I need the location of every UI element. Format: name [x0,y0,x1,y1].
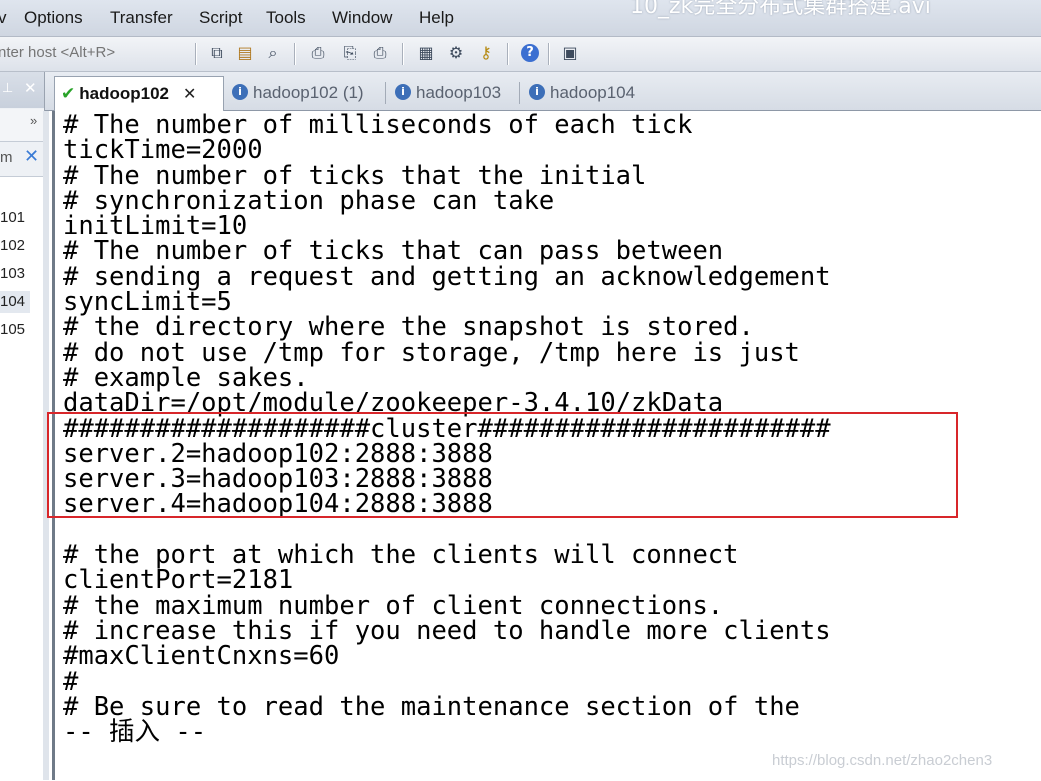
terminal-line: tickTime=2000 [63,135,263,166]
close-icon[interactable]: ✕ [24,79,37,97]
tab-label: hadoop102 [79,84,169,103]
info-icon: i [529,84,545,101]
window-title: 10_zk完全分布式集群搭建.avi [630,0,931,19]
watermark: https://blog.csdn.net/zhao2chen3 [772,752,993,769]
close-tab-icon[interactable]: ✕ [183,84,196,103]
terminal-line: # The number of ticks that can pass betw… [63,236,724,267]
toolbar-separator [548,43,550,65]
menu-options[interactable]: Options [24,8,83,28]
tab-label: hadoop104 [550,83,636,102]
tab-hadoop104[interactable]: i hadoop104 [523,76,635,109]
menu-script[interactable]: Script [199,8,242,28]
terminal-line: clientPort=2181 [63,565,294,596]
menu-tools[interactable]: Tools [266,8,306,28]
toolbar-separator [195,43,197,65]
session-filter[interactable]: m ✕ [0,145,44,171]
toolbar-separator [402,43,404,65]
enter-host-input[interactable] [0,40,186,66]
tab-label: hadoop103 [416,83,502,102]
info-icon: i [395,84,411,101]
connected-check-icon: ✔ [61,84,76,104]
session-options-icon[interactable]: ▦ [416,43,436,63]
menu-window[interactable]: Window [332,8,392,28]
vim-mode-line: -- 插入 -- [63,717,207,748]
print-selection-icon[interactable]: ⎘ [340,43,360,63]
session-manager-header: ⊥ ✕ [0,72,44,108]
session-list: 101 102 103 104 105 [0,176,44,781]
session-item[interactable]: 101 [0,207,30,229]
info-icon: i [232,84,248,101]
session-item[interactable]: 105 [0,319,30,341]
print-setup-icon[interactable]: ⎙ [308,43,328,63]
session-item-selected[interactable]: 104 [0,291,30,313]
filter-text[interactable]: m [0,149,13,166]
pin-icon[interactable]: ⊥ [2,81,13,96]
cluster-highlight-box [47,412,958,518]
menu-view[interactable]: v [0,8,7,28]
more-icon[interactable]: » [30,113,37,128]
toolbar-separator [507,43,509,65]
tab-bar: ✔ hadoop102 ✕ i hadoop102 (1) i hadoop103 ih… [45,72,1041,111]
tab-label: hadoop102 (1) [253,83,364,102]
help-icon[interactable]: ? [521,44,539,62]
tab-separator [519,82,520,104]
copy-icon[interactable]: ⧉ [207,43,227,63]
tab-hadoop102-1[interactable]: i hadoop102 (1) [226,76,364,109]
tab-separator [385,82,386,104]
print-icon[interactable]: ⎙ [370,43,390,63]
menu-bar: 10_zk完全分布式集群搭建.avi v Options Transfer Sc… [0,0,1041,37]
session-manager-toolbar: » [0,109,44,142]
paste-icon[interactable]: ▤ [235,43,255,63]
tab-hadoop103[interactable]: i hadoop103 [389,76,501,109]
menu-help[interactable]: Help [419,8,454,28]
terminal-line: # the directory where the snapshot is st… [63,312,754,343]
screen-icon[interactable]: ▣ [560,43,580,63]
session-item[interactable]: 102 [0,235,30,257]
key-icon[interactable]: ⚷ [476,43,496,63]
tab-hadoop102[interactable]: ✔ hadoop102 ✕ [54,76,224,111]
global-options-icon[interactable]: ⚙ [446,43,466,63]
terminal-line: #maxClientCnxns=60 [63,641,340,672]
toolbar: ⧉ ▤ ⌕ ⎙ ⎘ ⎙ ▦ ⚙ ⚷ ? ▣ [0,37,1041,72]
find-icon[interactable]: ⌕ [263,43,283,63]
clear-filter-icon[interactable]: ✕ [24,146,39,167]
toolbar-separator [294,43,296,65]
session-item[interactable]: 103 [0,263,30,285]
menu-transfer[interactable]: Transfer [110,8,173,28]
session-manager-panel: ⊥ ✕ » m ✕ 101 102 103 104 105 [0,72,45,781]
